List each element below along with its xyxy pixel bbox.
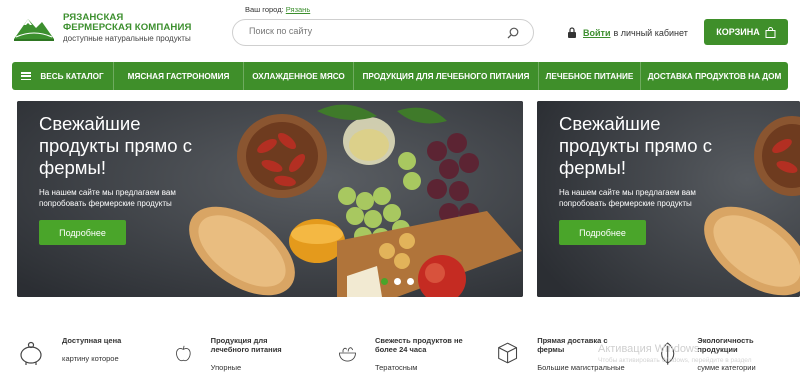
- slider-dot[interactable]: [407, 278, 414, 285]
- piggy-bank-icon: [20, 341, 42, 365]
- salad-bowl-icon: [339, 347, 356, 362]
- slider-dot[interactable]: [381, 278, 388, 285]
- feature-text: Большие магистральные: [537, 363, 625, 372]
- city-label: Ваш город:: [245, 5, 284, 14]
- search-box: [232, 19, 534, 46]
- box-icon: [498, 342, 518, 364]
- search-icon[interactable]: [507, 27, 519, 39]
- lock-icon: [568, 27, 576, 38]
- logo-line-2: ФЕРМЕРСКАЯ КОМПАНИЯ: [63, 22, 192, 33]
- slide-text: На нашем сайте мы предлагаем вам попробо…: [39, 188, 176, 208]
- cart-button[interactable]: КОРЗИНА: [704, 19, 788, 45]
- nav-item-home-delivery[interactable]: ДОСТАВКА ПРОДУКТОВ НА ДОМ: [641, 62, 788, 90]
- nav-item-label: ВЕСЬ КАТАЛОГ: [40, 71, 104, 81]
- more-button[interactable]: Подробнее: [559, 220, 646, 245]
- feature-title: Свежесть продуктов не более 24 часа: [374, 336, 463, 354]
- apple-icon: [176, 345, 191, 362]
- hero-slide[interactable]: Свежайшие продукты прямо с фермы! На наш…: [17, 101, 523, 297]
- nav-item-medical-nutrition[interactable]: ЛЕЧЕБНОЕ ПИТАНИЕ: [539, 62, 641, 90]
- search-input[interactable]: [249, 26, 499, 36]
- nav-item-label: ПРОДУКЦИЯ ДЛЯ ЛЕЧЕБНОГО ПИТАНИЯ: [362, 71, 530, 81]
- nav-item-label: ОХЛАЖДЕННОЕ МЯСО: [252, 71, 345, 81]
- feature-price: Доступная цена картину которое: [18, 336, 121, 366]
- slider-dots: [381, 278, 420, 285]
- feature-text: Упорные: [210, 363, 242, 372]
- os-activation-text: Чтобы активировать Windows, перейдите в …: [598, 357, 752, 364]
- nav-item-medical-products[interactable]: ПРОДУКЦИЯ ДЛЯ ЛЕЧЕБНОГО ПИТАНИЯ: [354, 62, 539, 90]
- hero-slide-next[interactable]: Свежайшие продукты прямо с фермы! На наш…: [537, 101, 800, 297]
- logo-tagline: доступные натуральные продукты: [63, 34, 191, 43]
- nav-item-meat-gastronomy[interactable]: МЯСНАЯ ГАСТРОНОМИЯ: [114, 62, 244, 90]
- slide-title: Свежайшие продукты прямо с фермы!: [559, 113, 712, 178]
- feature-freshness: Свежесть продуктов не более 24 часа Тера…: [338, 336, 478, 372]
- feature-text: картину которое: [62, 354, 119, 363]
- slider-dot[interactable]: [394, 278, 401, 285]
- site-header: РЯЗАНСКАЯ ФЕРМЕРСКАЯ КОМПАНИЯ доступные …: [0, 0, 800, 60]
- feature-text: Тератосным: [374, 363, 418, 372]
- feature-medical: Продукция для лечебного питания Упорные: [174, 336, 304, 372]
- site-logo[interactable]: РЯЗАНСКАЯ ФЕРМЕРСКАЯ КОМПАНИЯ доступные …: [12, 13, 191, 44]
- nav-item-label: МЯСНАЯ ГАСТРОНОМИЯ: [127, 71, 230, 81]
- nav-item-catalog[interactable]: ВЕСЬ КАТАЛОГ: [12, 62, 114, 90]
- slide-title: Свежайшие продукты прямо с фермы!: [39, 113, 192, 178]
- city-link[interactable]: Рязань: [286, 5, 310, 14]
- feature-title: Доступная цена: [62, 336, 122, 345]
- nav-item-label: ЛЕЧЕБНОЕ ПИТАНИЕ: [545, 71, 634, 81]
- os-activation-watermark: Активация Windows: [598, 343, 700, 355]
- login-suffix: в личный кабинет: [613, 27, 688, 38]
- shopping-bag-icon: [765, 26, 776, 38]
- feature-text: сумме категории: [697, 363, 756, 372]
- mountain-logo-icon: [12, 13, 56, 41]
- slide-text: На нашем сайте мы предлагаем вам попробо…: [559, 188, 696, 208]
- city-selector: Ваш город: Рязань: [245, 5, 310, 14]
- hamburger-icon: [21, 72, 32, 80]
- login-link[interactable]: Войти: [583, 28, 610, 38]
- nav-item-label: ДОСТАВКА ПРОДУКТОВ НА ДОМ: [647, 71, 782, 81]
- feature-title: Продукция для лечебного питания: [210, 336, 282, 354]
- main-nav: ВЕСЬ КАТАЛОГ МЯСНАЯ ГАСТРОНОМИЯ ОХЛАЖДЕН…: [12, 62, 788, 90]
- more-button[interactable]: Подробнее: [39, 220, 126, 245]
- nav-item-chilled-meat[interactable]: ОХЛАЖДЕННОЕ МЯСО: [244, 62, 354, 90]
- cart-label: КОРЗИНА: [716, 27, 760, 37]
- feature-title: Экологичность продукции: [697, 336, 754, 354]
- login-area: Войти в личный кабинет: [567, 27, 688, 38]
